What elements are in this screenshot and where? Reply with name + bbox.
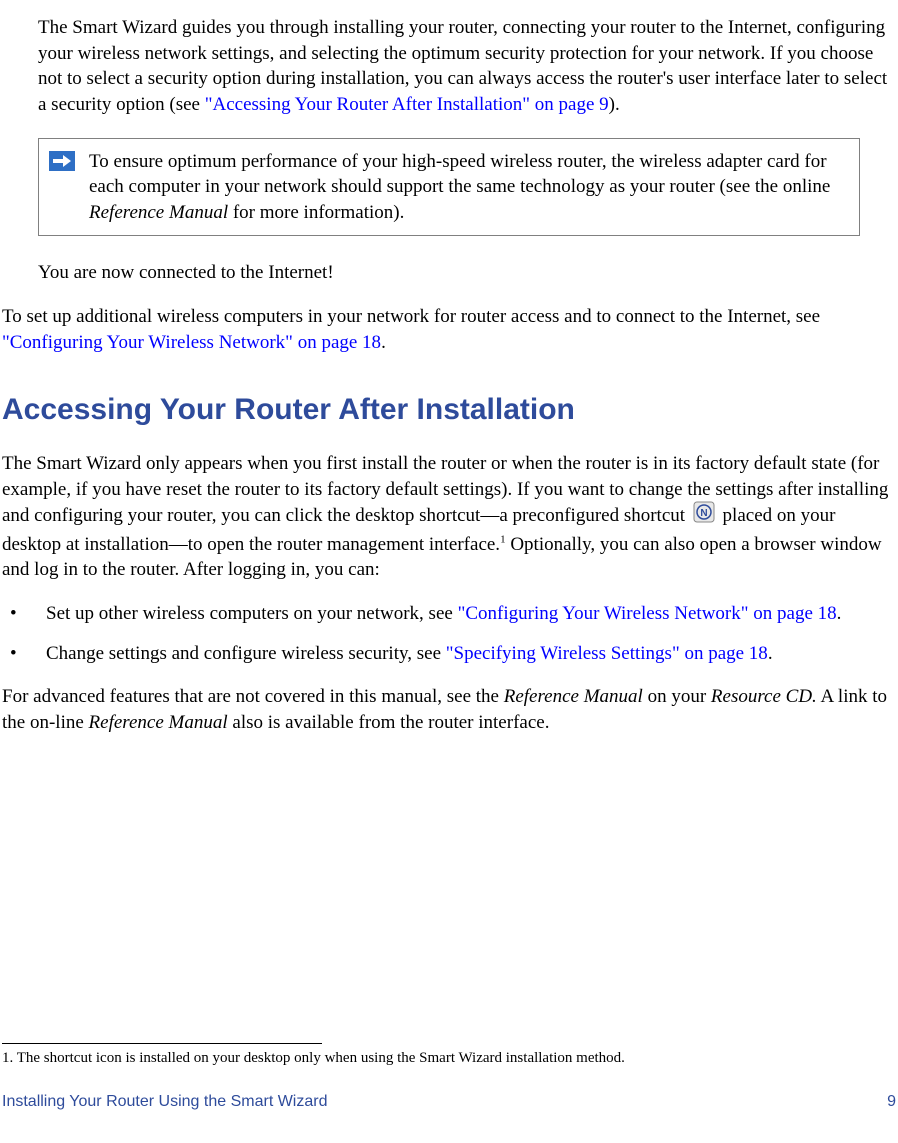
bullet-content: Change settings and configure wireless s…	[46, 641, 896, 667]
page-footer: Installing Your Router Using the Smart W…	[2, 1091, 896, 1113]
para-text: To set up additional wireless computers …	[2, 306, 820, 327]
para-text: .	[381, 332, 386, 353]
link-configuring-wireless-2[interactable]: "Configuring Your Wireless Network" on p…	[458, 603, 837, 624]
shortcut-icon: N	[692, 501, 716, 531]
link-configuring-wireless[interactable]: "Configuring Your Wireless Network" on p…	[2, 332, 381, 353]
page-number: 9	[887, 1091, 896, 1113]
para-text: ).	[609, 94, 620, 115]
smart-wizard-paragraph: The Smart Wizard only appears when you f…	[2, 451, 896, 583]
intro-paragraph: The Smart Wizard guides you through inst…	[38, 15, 896, 118]
list-item: • Change settings and configure wireless…	[2, 641, 896, 667]
note-text: To ensure optimum performance of your hi…	[89, 149, 841, 226]
bullet-mark: •	[2, 601, 46, 627]
bullet-content: Set up other wireless computers on your …	[46, 601, 896, 627]
advanced-features-paragraph: For advanced features that are not cover…	[2, 684, 896, 735]
connected-paragraph: You are now connected to the Internet!	[38, 260, 896, 286]
link-specifying-wireless[interactable]: "Specifying Wireless Settings" on page 1…	[446, 643, 768, 664]
footer-title: Installing Your Router Using the Smart W…	[2, 1091, 327, 1113]
footnote-section: 1. The shortcut icon is installed on you…	[0, 1043, 898, 1068]
section-heading: Accessing Your Router After Installation	[2, 390, 898, 431]
note-box: To ensure optimum performance of your hi…	[38, 138, 860, 237]
svg-text:N: N	[700, 508, 707, 519]
footnote-rule	[2, 1043, 322, 1044]
footnote-text: 1. The shortcut icon is installed on you…	[2, 1048, 898, 1068]
bullet-mark: •	[2, 641, 46, 667]
bullet-list: • Set up other wireless computers on you…	[2, 601, 896, 666]
link-accessing-router[interactable]: "Accessing Your Router After Installatio…	[205, 94, 609, 115]
list-item: • Set up other wireless computers on you…	[2, 601, 896, 627]
arrow-icon	[49, 151, 75, 179]
additional-setup-paragraph: To set up additional wireless computers …	[2, 304, 896, 355]
